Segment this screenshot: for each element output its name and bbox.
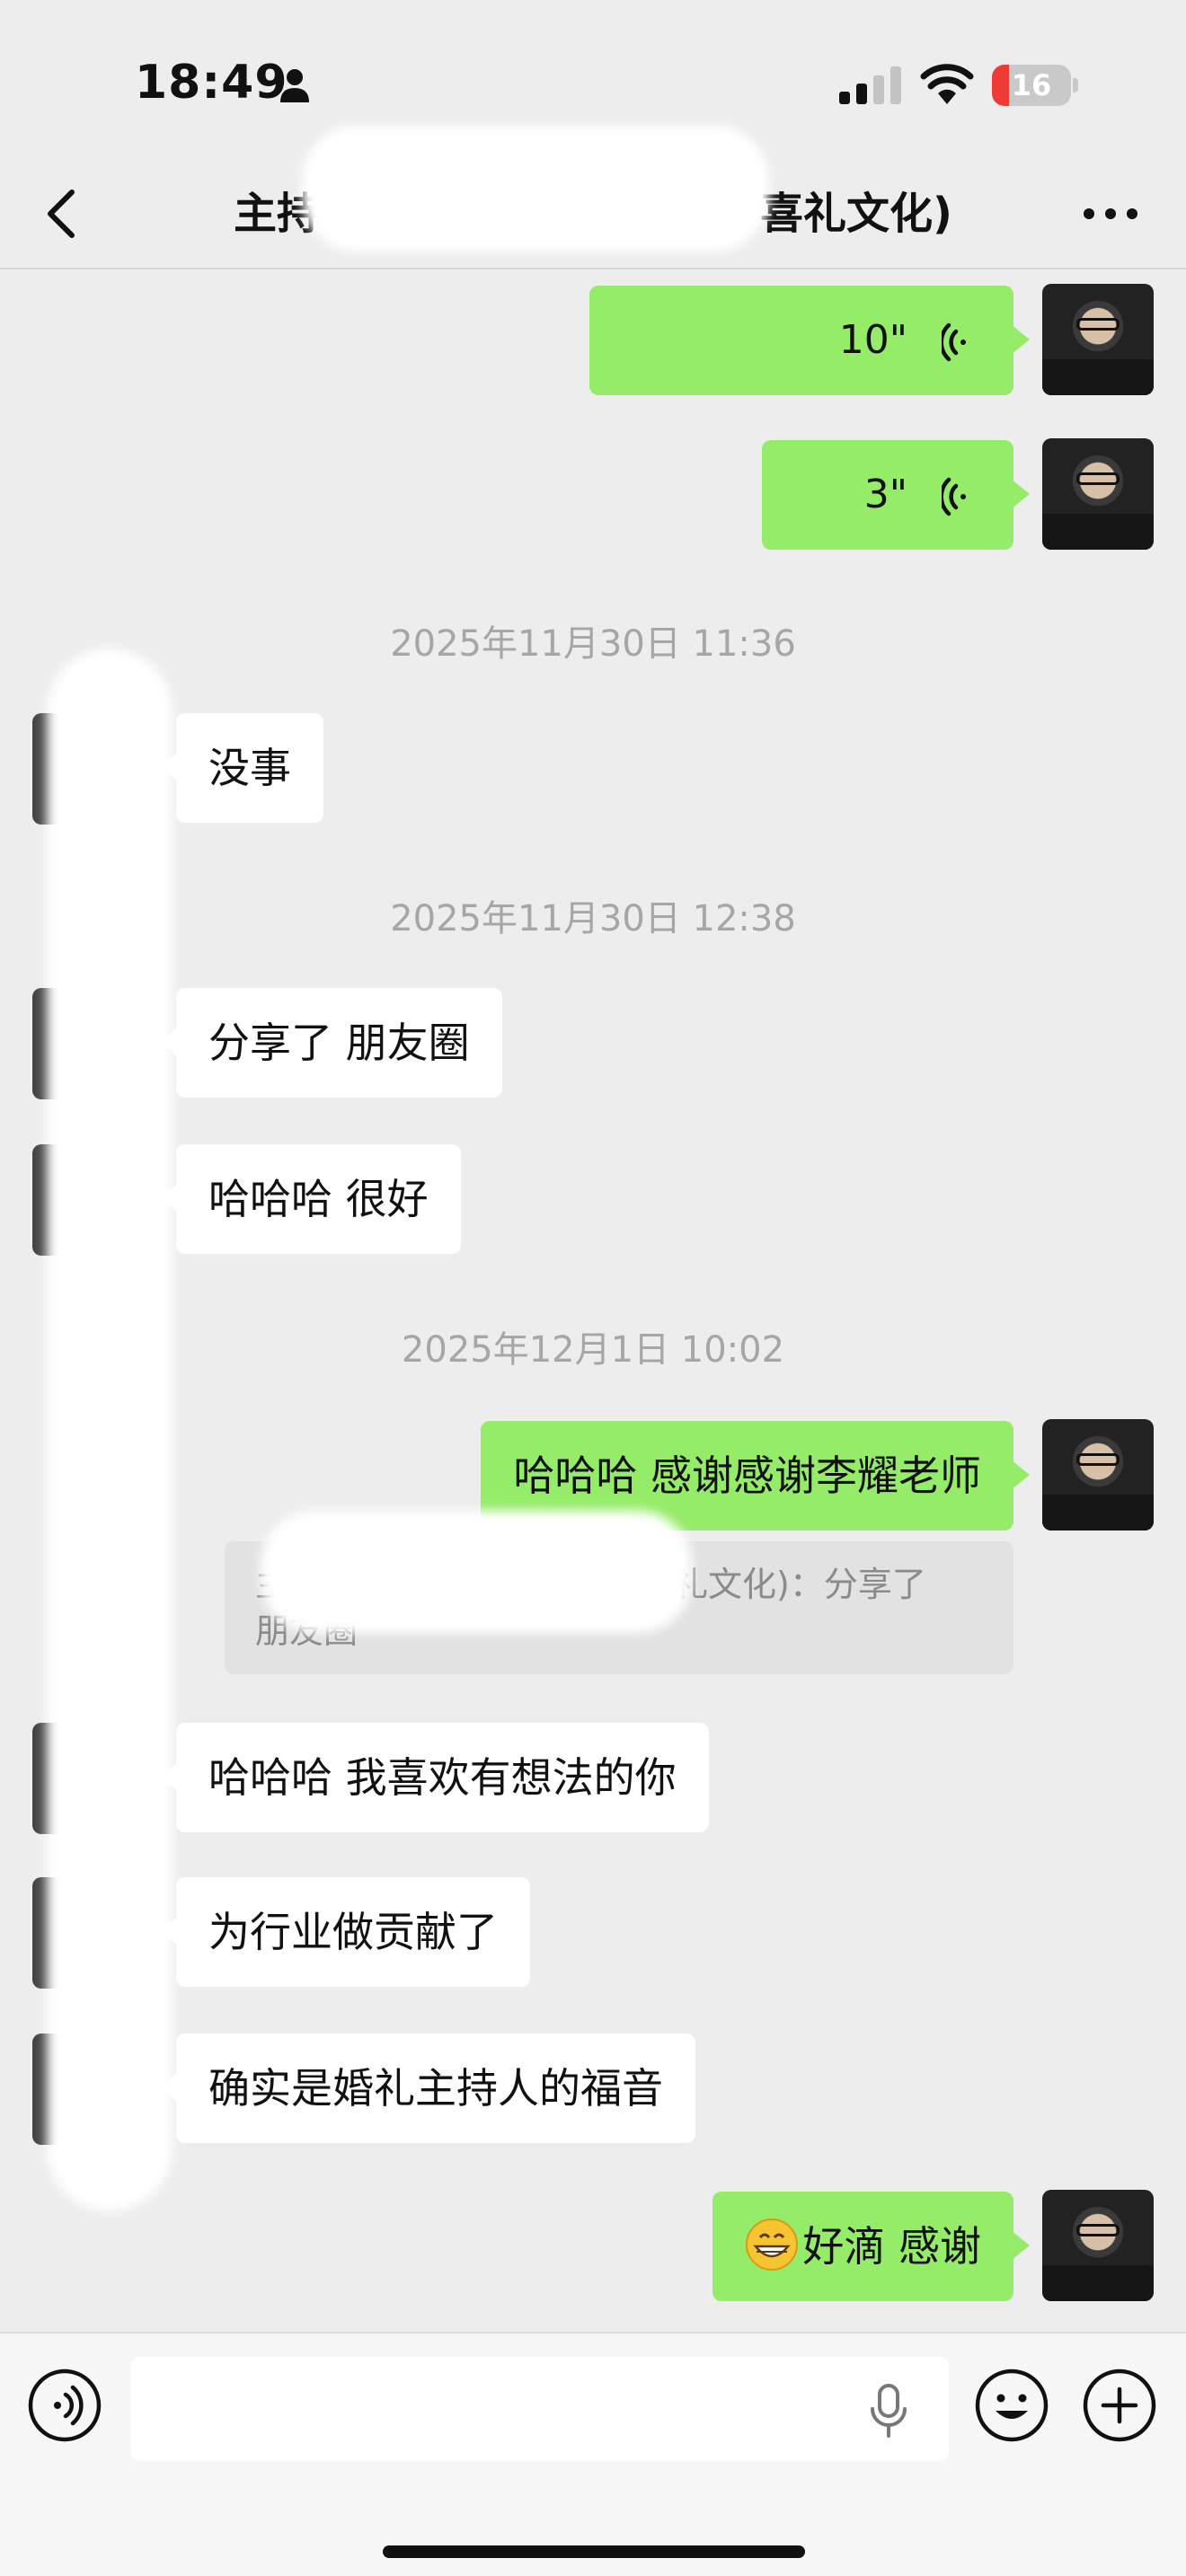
timestamp: 2025年12月1日 10:02 [401,1329,785,1371]
battery-level: 16 [1011,68,1052,102]
voice-message-bubble[interactable]: 10" [589,286,1030,395]
voice-duration: 3" [863,472,907,517]
quote-redaction [261,1511,692,1633]
grinning-emoji-icon [746,2219,799,2271]
voice-message-bubble[interactable]: 3" [762,440,1030,550]
avatar-redaction [47,648,173,2211]
my-avatar[interactable] [1042,2190,1154,2301]
battery-indicator: 16 [992,65,1078,106]
my-avatar[interactable] [1042,438,1154,550]
message-row: 哈哈哈 很好 [0,1144,1186,1256]
message-input-bar [0,2332,1186,2576]
chat-nav-bar: 主持 喜礼文化) [0,126,1186,269]
message-row: 哈哈哈 我喜欢有想法的你 [0,1723,1186,1834]
voice-duration: 10" [838,317,907,363]
message-bubble[interactable]: 确实是婚礼主持人的福音 [160,2033,695,2143]
message-bubble[interactable]: 哈哈哈 我喜欢有想法的你 [160,1723,709,1832]
message-bubble[interactable]: 哈哈哈 很好 [160,1144,461,1254]
home-indicator [383,2545,805,2558]
timestamp: 2025年11月30日 11:36 [390,623,796,665]
message-input[interactable] [131,2357,949,2461]
quote-sender-suffix: 礼文化)：分享了 [674,1565,926,1604]
person-icon [280,69,309,102]
voice-toggle-icon[interactable] [27,2368,102,2443]
title-redaction [302,126,769,251]
message-text: 好滴 感谢 [802,2222,981,2271]
message-bubble[interactable]: 为行业做贡献了 [160,1877,530,1987]
message-row-voice-1: 10" [0,284,1186,395]
message-row: 好滴 感谢 [0,2190,1186,2301]
plus-icon[interactable] [1082,2368,1157,2443]
emoji-icon[interactable] [974,2368,1049,2443]
voice-wave-icon [942,477,966,516]
my-avatar[interactable] [1042,1419,1154,1531]
mic-icon[interactable] [866,2382,911,2439]
chat-title-suffix: 喜礼文化) [760,189,952,239]
message-row: 分享了 朋友圈 [0,988,1186,1099]
wifi-icon [920,64,974,104]
message-bubble[interactable]: 好滴 感谢 [712,2192,1030,2301]
message-bubble[interactable]: 分享了 朋友圈 [160,988,502,1098]
voice-wave-icon [942,322,966,362]
message-bubble[interactable]: 没事 [160,713,323,823]
message-row: 确实是婚礼主持人的福音 [0,2033,1186,2145]
message-row-voice-2: 3" [0,438,1186,550]
my-avatar[interactable] [1042,284,1154,395]
message-row: 为行业做贡献了 [0,1877,1186,1989]
timestamp: 2025年11月30日 12:38 [390,898,796,940]
back-chevron-icon[interactable] [36,181,90,246]
status-time: 18:49 [135,56,288,110]
message-row: 没事 [0,713,1186,825]
more-dots-icon[interactable] [1075,187,1146,241]
chat-message-list[interactable]: 10" 3" 2025年11月30日 11:36 没事 2025年11月30日 … [0,271,1186,2328]
signal-icon [839,66,901,104]
